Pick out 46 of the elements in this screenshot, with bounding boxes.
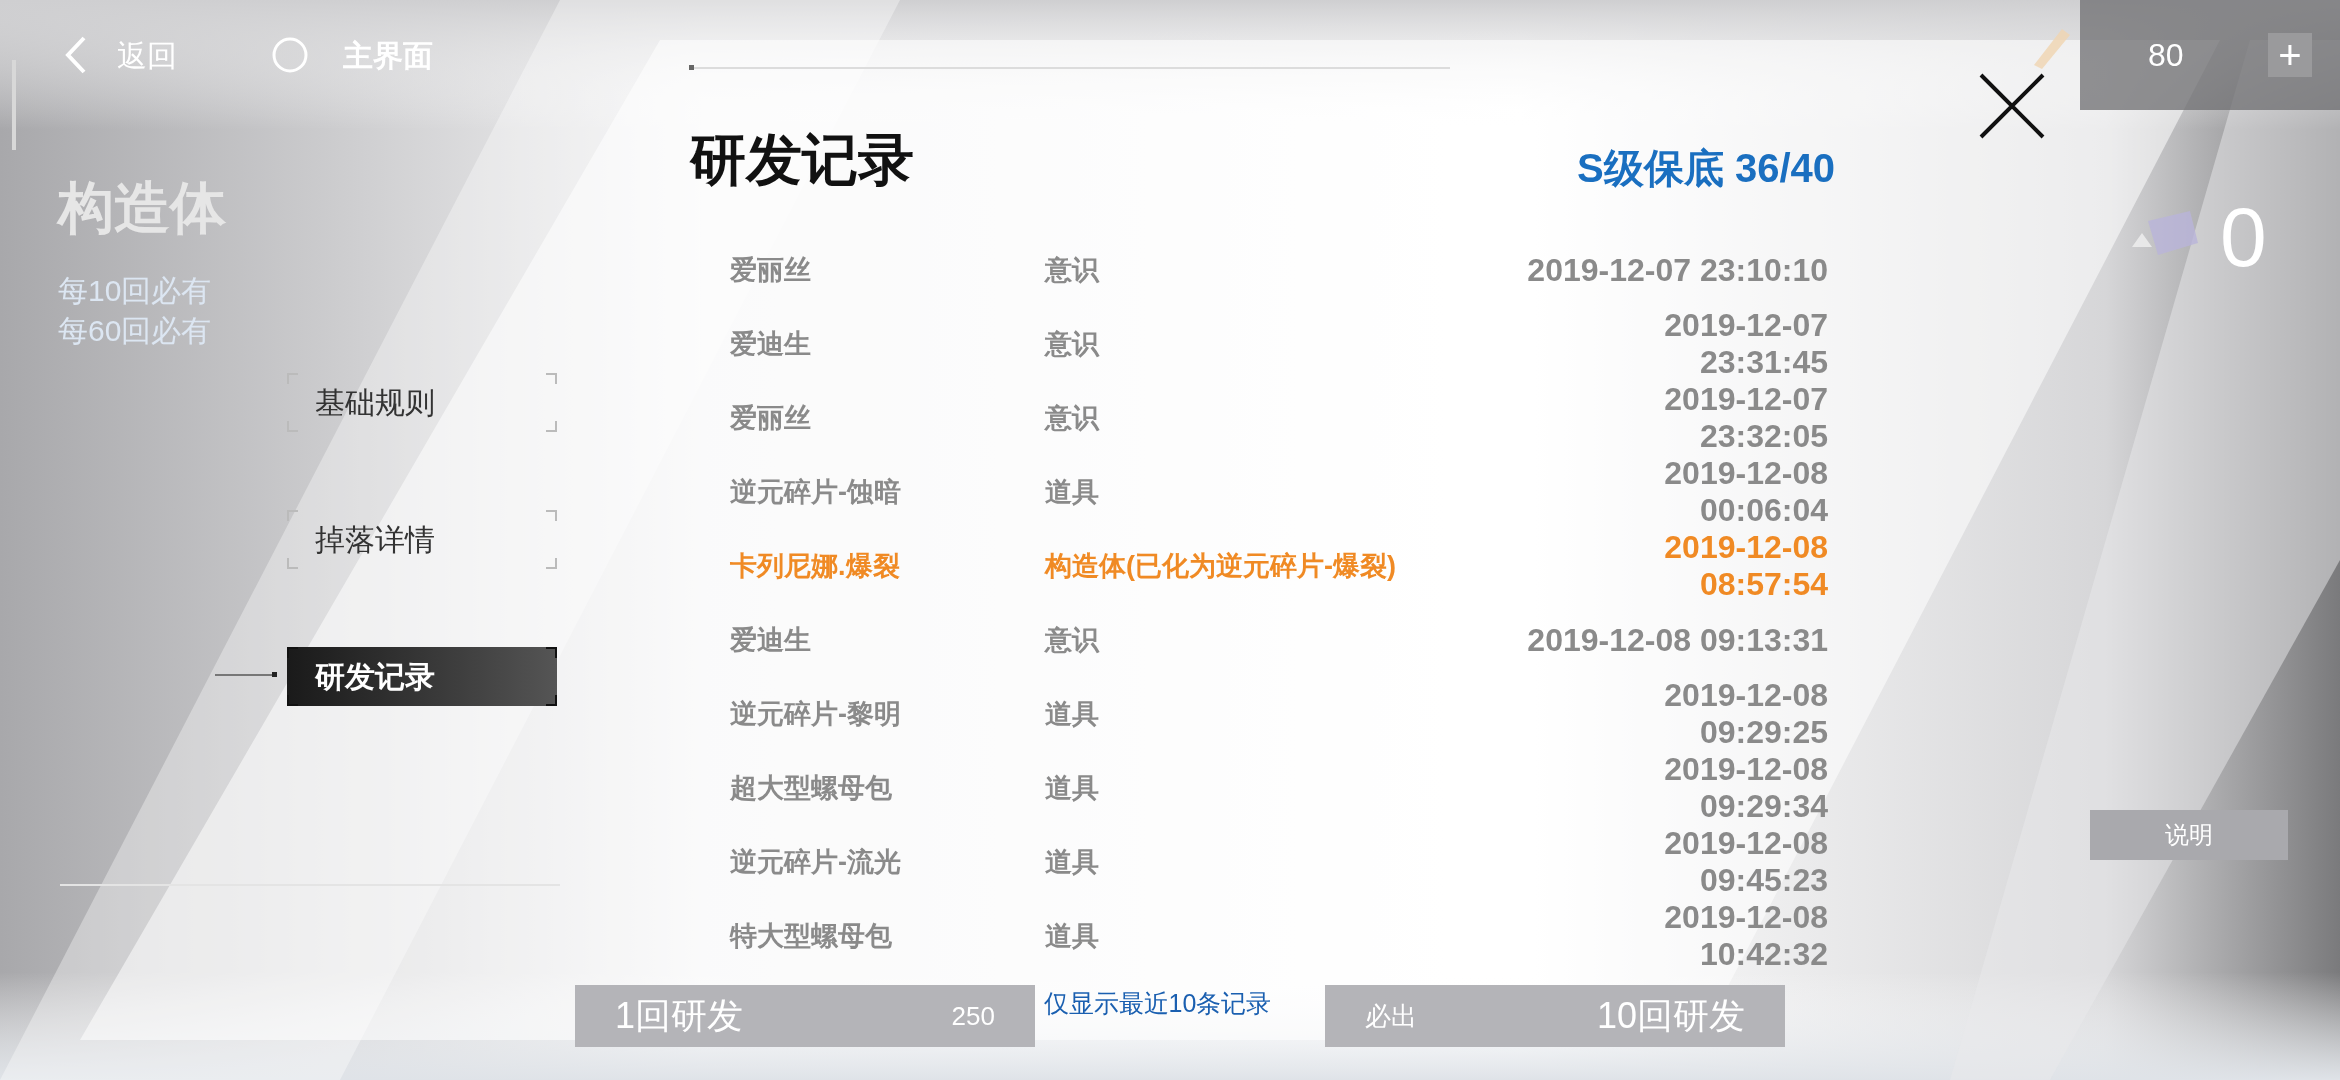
record-note: 仅显示最近10条记录 [1043,988,1272,1019]
pull-time: 2019-12-08 09:29:25 [1664,677,1828,751]
currency-amount: 80 [2148,36,2185,75]
item-name: 超大型螺母包 [730,771,893,805]
item-name: 特大型螺母包 [730,919,893,953]
item-name: 爱丽丝 [730,253,812,287]
item-name: 逆元碎片-黎明 [730,697,902,731]
item-type: 道具 [1045,771,1100,805]
help-button[interactable]: 说明 [2090,810,2288,860]
item-type: 意识 [1045,253,1101,287]
item-type: 意识 [1045,327,1101,361]
pull-time: 2019-12-08 09:45:23 [1664,825,1828,899]
item-name: 逆元碎片-流光 [730,845,902,879]
item-name: 爱丽丝 [730,401,812,435]
pull-time: 2019-12-07 23:31:45 [1664,307,1828,381]
item-type: 意识 [1045,401,1101,435]
item-name: 爱迪生 [730,623,812,657]
pull-time: 2019-12-08 08:57:54 [1664,529,1828,603]
pull-time: 2019-12-07 23:10:10 [1527,251,1828,289]
back-icon [65,36,87,74]
close-button[interactable] [1978,72,2046,140]
pity-counter: S级保底 36/40 [1577,148,1835,188]
item-type: 道具 [1045,697,1100,731]
close-icon [1979,73,2045,139]
item-name: 逆元碎片-蚀暗 [730,475,902,509]
circle-icon [272,37,308,73]
item-type: 意识 [1045,623,1101,657]
pull-time: 2019-12-08 10:42:32 [1664,899,1828,973]
pull-button[interactable]: 必出 10回研发 [1325,985,1785,1047]
menu-tab[interactable]: 研发记录 [287,647,557,706]
item-type: 道具 [1045,475,1100,509]
item-type: 道具 [1045,845,1100,879]
pull-time: 2019-12-08 09:13:31 [1527,621,1828,659]
item-name: 爱迪生 [730,327,812,361]
add-button[interactable]: + [2268,33,2312,77]
pull-button[interactable]: 1回研发 250 [575,985,1035,1047]
item-type: 道具 [1045,919,1100,953]
item-name: 卡列尼娜.爆裂 [730,549,901,583]
menu-tab[interactable]: 基础规则 [287,373,557,432]
item-count: 0 [2220,195,2267,279]
pull-time: 2019-12-08 00:06:04 [1664,455,1828,529]
pull-time: 2019-12-07 23:32:05 [1664,381,1828,455]
pull-time: 2019-12-08 09:29:34 [1664,751,1828,825]
dialog-title: 研发记录 [690,132,914,188]
item-type: 构造体(已化为逆元碎片-爆裂) [1045,549,1397,583]
menu-tab[interactable]: 掉落详情 [287,510,557,569]
